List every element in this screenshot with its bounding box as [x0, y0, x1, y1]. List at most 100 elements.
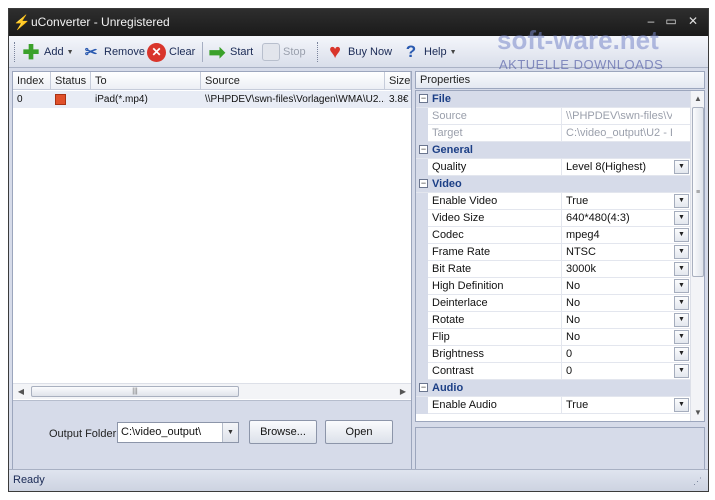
vertical-scrollbar[interactable]: ▲ ≡ ▼ [690, 91, 704, 421]
scrollbar-thumb[interactable]: ||| [31, 386, 239, 397]
category-file[interactable]: − File [416, 91, 690, 108]
property-value: No [566, 331, 581, 343]
property-row-source[interactable]: Source \\PHPDEV\swn-files\Vorla [416, 108, 690, 125]
property-row-flip[interactable]: Flip No ▼ [416, 329, 690, 346]
scroll-up-icon[interactable]: ▲ [692, 93, 704, 105]
buy-now-button[interactable]: ♥ Buy Now [325, 40, 392, 64]
scroll-right-icon[interactable]: ▶ [397, 386, 409, 398]
column-header-size[interactable]: Size [385, 72, 411, 90]
column-header-to[interactable]: To [91, 72, 201, 90]
chevron-down-icon[interactable]: ▼ [674, 245, 689, 259]
scrollbar-thumb[interactable]: ≡ [692, 107, 704, 277]
scroll-left-icon[interactable]: ◀ [15, 386, 27, 398]
toolbar-grip[interactable] [317, 42, 320, 62]
property-row-enable-video[interactable]: Enable Video True ▼ [416, 193, 690, 210]
output-panel: Output Folder: C:\video_output\ ▼ Browse… [13, 400, 411, 474]
property-row-video-size[interactable]: Video Size 640*480(4:3) ▼ [416, 210, 690, 227]
help-button[interactable]: ? Help ▼ [401, 40, 457, 64]
column-header-status[interactable]: Status [51, 72, 91, 90]
minimize-button[interactable]: – [642, 13, 660, 29]
column-header-index[interactable]: Index [13, 72, 51, 90]
remove-button[interactable]: ✂ Remove [81, 40, 145, 64]
remove-files-icon: ✂ [84, 44, 98, 61]
close-button[interactable]: ✕ [684, 13, 702, 29]
property-name: Deinterlace [432, 295, 562, 312]
output-folder-combo[interactable]: C:\video_output\ ▼ [117, 422, 239, 443]
add-button[interactable]: ✚ Add ▼ [21, 40, 74, 64]
property-value: \\PHPDEV\swn-files\Vorla [566, 110, 672, 122]
start-button[interactable]: ➡ Start [207, 40, 254, 64]
row-margin [416, 210, 428, 227]
maximize-button[interactable]: ▭ [662, 13, 680, 29]
chevron-down-icon[interactable]: ▼ [674, 296, 689, 310]
help-icon: ? [405, 42, 417, 61]
scroll-down-icon[interactable]: ▼ [692, 407, 704, 419]
window-title: uConverter - Unregistered [31, 15, 170, 29]
property-row-rotate[interactable]: Rotate No ▼ [416, 312, 690, 329]
chevron-down-icon[interactable]: ▼ [674, 228, 689, 242]
chevron-down-icon[interactable]: ▼ [674, 347, 689, 361]
property-row-deinterlace[interactable]: Deinterlace No ▼ [416, 295, 690, 312]
chevron-down-icon[interactable]: ▼ [222, 423, 238, 442]
row-margin [416, 227, 428, 244]
app-window: ⚡ uConverter - Unregistered – ▭ ✕ ✚ Add … [8, 8, 709, 492]
browse-button[interactable]: Browse... [249, 420, 317, 444]
property-value: C:\video_output\U2 - Bea [566, 127, 672, 139]
output-folder-value: C:\video_output\ [121, 426, 202, 438]
table-row[interactable]: 0 iPad(*.mp4) \\PHPDEV\swn-files\Vorlage… [13, 91, 411, 108]
property-row-frame-rate[interactable]: Frame Rate NTSC ▼ [416, 244, 690, 261]
chevron-down-icon[interactable]: ▼ [674, 313, 689, 327]
clear-button[interactable]: ✕ Clear [147, 40, 195, 64]
help-label: Help [424, 46, 447, 58]
chevron-down-icon[interactable]: ▼ [674, 262, 689, 276]
chevron-down-icon[interactable]: ▼ [674, 194, 689, 208]
chevron-down-icon[interactable]: ▼ [674, 398, 689, 412]
app-logo-icon: ⚡ [13, 14, 31, 30]
property-row-quality[interactable]: Quality Level 8(Highest) ▼ [416, 159, 690, 176]
property-row-high-definition[interactable]: High Definition No ▼ [416, 278, 690, 295]
stop-button[interactable]: Stop [262, 40, 306, 64]
collapse-icon[interactable]: − [419, 383, 428, 392]
chevron-down-icon[interactable]: ▼ [674, 279, 689, 293]
chevron-down-icon: ▼ [449, 48, 457, 56]
chevron-down-icon[interactable]: ▼ [674, 364, 689, 378]
property-name: Frame Rate [432, 244, 562, 261]
property-row-enable-audio[interactable]: Enable Audio True ▼ [416, 397, 690, 414]
row-margin [416, 244, 428, 261]
category-video[interactable]: − Video [416, 176, 690, 193]
collapse-icon[interactable]: − [419, 179, 428, 188]
resize-grip-icon[interactable]: ⋰ [693, 476, 702, 487]
output-folder-label: Output Folder: [49, 428, 120, 440]
toolbar-grip[interactable] [14, 42, 17, 62]
category-label: Audio [432, 382, 464, 394]
property-name: Enable Video [432, 193, 562, 210]
property-row-codec[interactable]: Codec mpeg4 ▼ [416, 227, 690, 244]
status-bar: Ready ⋰ [9, 469, 708, 491]
category-label: General [432, 144, 473, 156]
property-value: 0 [566, 348, 573, 360]
open-button[interactable]: Open [325, 420, 393, 444]
cell-source: \\PHPDEV\swn-files\Vorlagen\WMA\U2... [205, 94, 385, 105]
row-margin [416, 193, 428, 210]
property-name: Bit Rate [432, 261, 562, 278]
property-value: No [566, 314, 581, 326]
chevron-down-icon: ▼ [66, 48, 74, 56]
property-value: 0 [566, 365, 573, 377]
category-general[interactable]: − General [416, 142, 690, 159]
property-description-panel [415, 427, 705, 473]
title-bar[interactable]: ⚡ uConverter - Unregistered – ▭ ✕ [9, 9, 708, 36]
property-row-brightness[interactable]: Brightness 0 ▼ [416, 346, 690, 363]
property-row-bit-rate[interactable]: Bit Rate 3000k ▼ [416, 261, 690, 278]
property-row-target[interactable]: Target C:\video_output\U2 - Bea [416, 125, 690, 142]
buy-now-label: Buy Now [348, 46, 393, 58]
column-header-source[interactable]: Source [201, 72, 385, 90]
chevron-down-icon[interactable]: ▼ [674, 160, 689, 174]
chevron-down-icon[interactable]: ▼ [674, 330, 689, 344]
collapse-icon[interactable]: − [419, 94, 428, 103]
horizontal-scrollbar[interactable]: ◀ ||| ▶ [13, 383, 411, 399]
category-audio[interactable]: − Audio [416, 380, 690, 397]
property-row-contrast[interactable]: Contrast 0 ▼ [416, 363, 690, 380]
collapse-icon[interactable]: − [419, 145, 428, 154]
chevron-down-icon[interactable]: ▼ [674, 211, 689, 225]
property-value: Level 8(Highest) [566, 161, 647, 173]
